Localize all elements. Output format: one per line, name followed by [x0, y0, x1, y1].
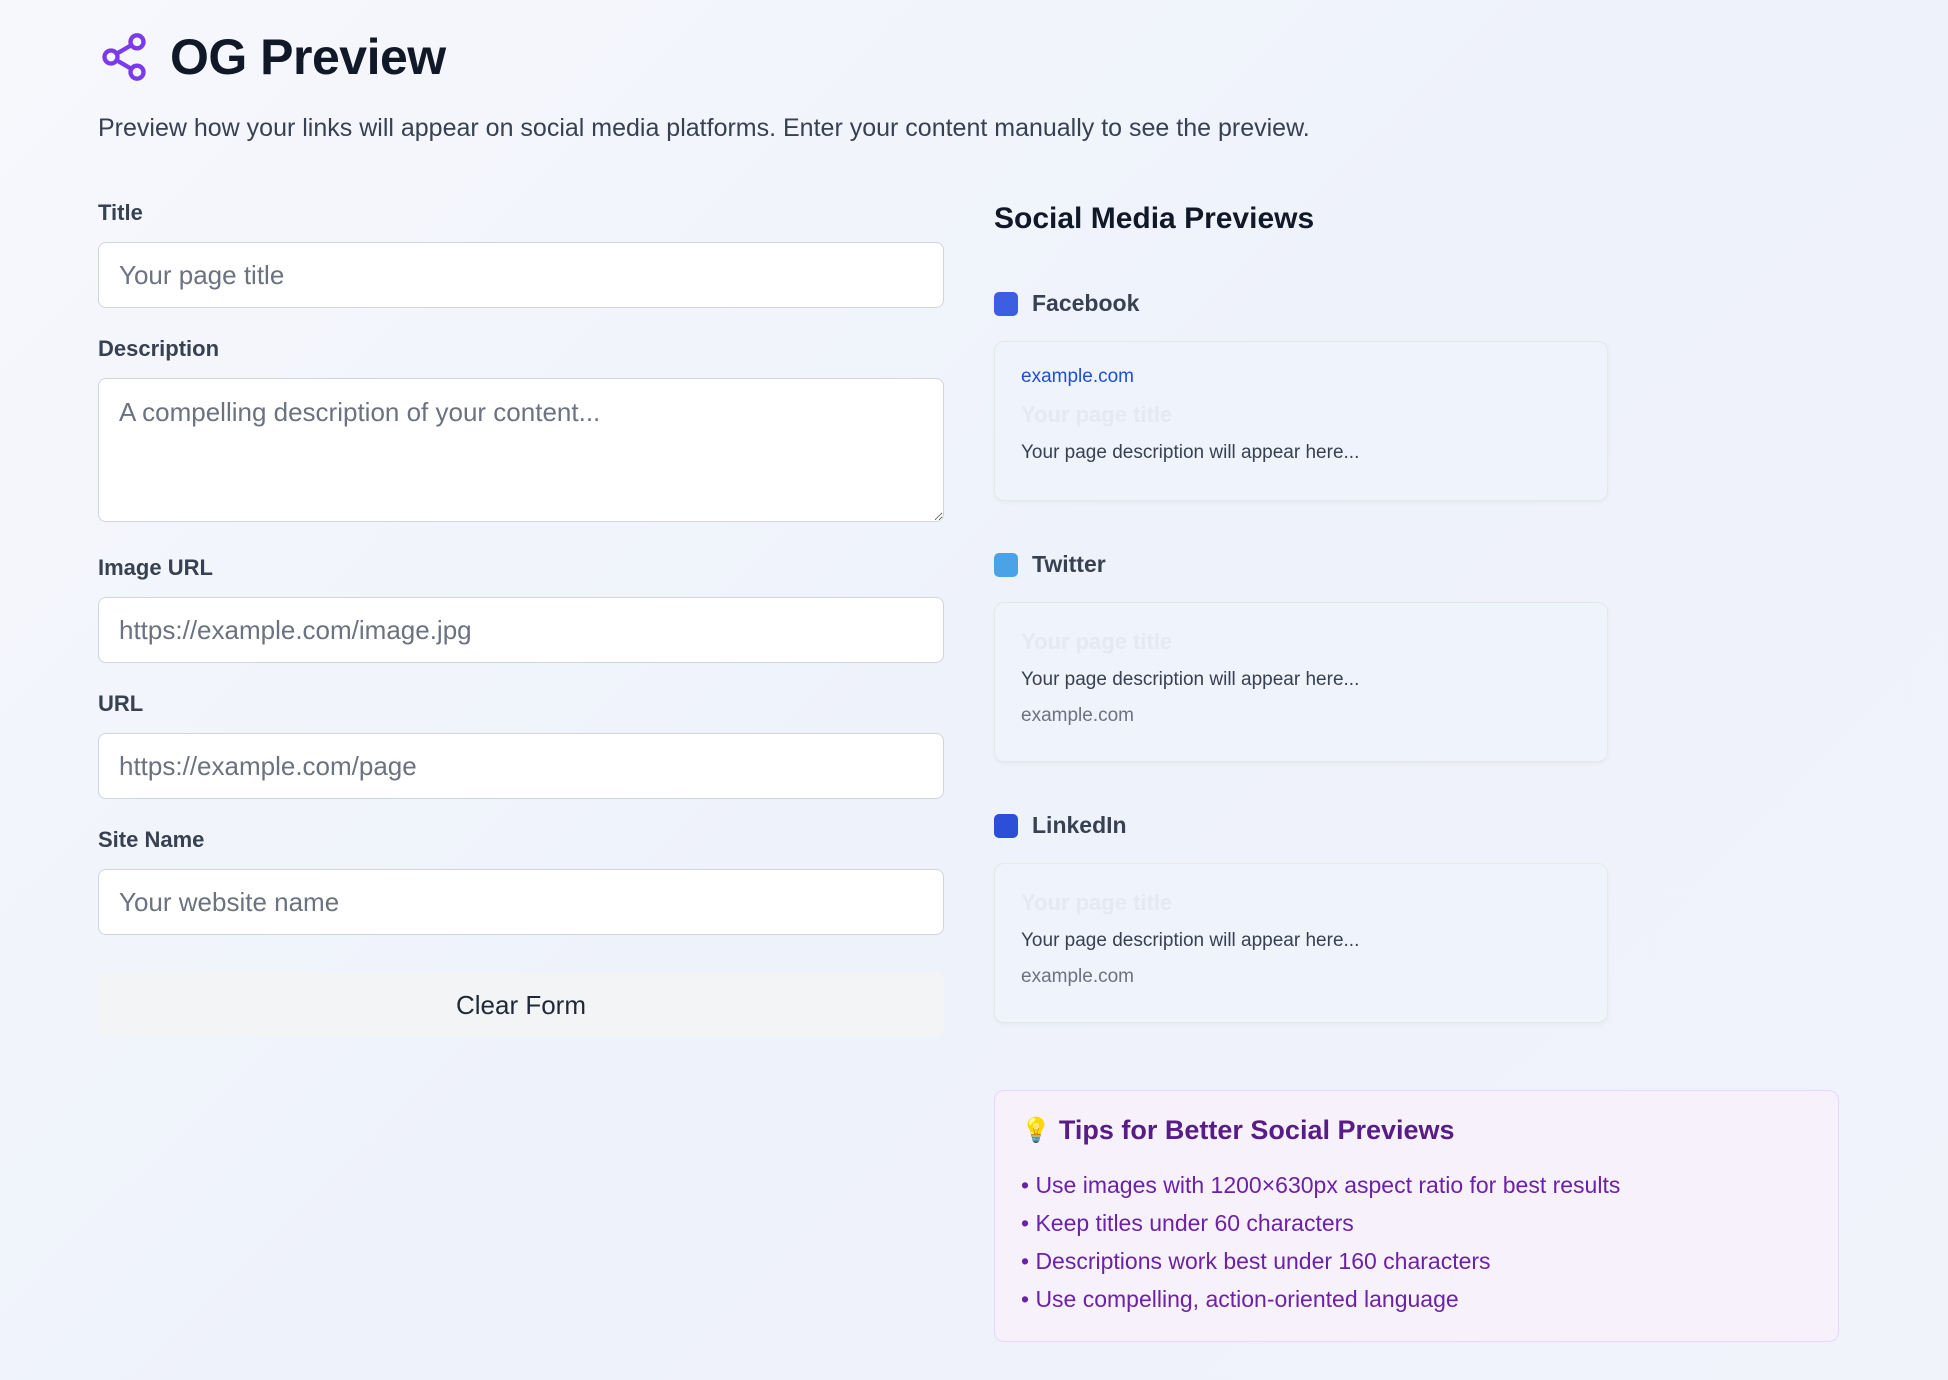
facebook-label: Facebook	[1032, 290, 1140, 316]
lightbulb-icon: 💡	[1021, 1117, 1051, 1144]
facebook-card-title: Your page title	[1021, 402, 1173, 427]
social-previews: Social Media Previews Facebook example.c…	[994, 202, 1844, 1073]
description-field-group: Description	[98, 336, 944, 527]
facebook-preview: Facebook example.com Your page title You…	[994, 290, 1844, 501]
image-url-label: Image URL	[98, 555, 213, 580]
og-preview-page: OG Preview Preview how your links will a…	[0, 0, 1948, 1380]
og-form: Title Description Image URL URL Site Nam…	[98, 200, 944, 1037]
tips-title: Tips for Better Social Previews	[1058, 1115, 1455, 1145]
twitter-card: Your page title Your page description wi…	[994, 602, 1608, 762]
facebook-header: Facebook	[994, 290, 1844, 317]
facebook-card: example.com Your page title Your page de…	[994, 341, 1608, 501]
tip-item: • Keep titles under 60 characters	[1021, 1210, 1354, 1236]
twitter-preview: Twitter Your page title Your page descri…	[994, 551, 1844, 762]
title-label: Title	[98, 200, 143, 225]
linkedin-card-title: Your page title	[1021, 890, 1173, 915]
linkedin-header: LinkedIn	[994, 812, 1844, 839]
tips-panel: 💡 Tips for Better Social Previews • Use …	[994, 1090, 1839, 1342]
site-name-label: Site Name	[98, 827, 205, 852]
site-name-input[interactable]	[98, 869, 944, 935]
page-title: OG Preview	[170, 29, 446, 85]
url-field-group: URL	[98, 691, 944, 799]
header: OG Preview	[98, 28, 446, 86]
tips-list: • Use images with 1200×630px aspect rati…	[1021, 1166, 1812, 1318]
twitter-label: Twitter	[1032, 551, 1106, 577]
image-url-field-group: Image URL	[98, 555, 944, 663]
previews-heading: Social Media Previews	[994, 202, 1315, 235]
twitter-card-title: Your page title	[1021, 629, 1173, 654]
share-icon	[98, 31, 150, 83]
twitter-card-description: Your page description will appear here..…	[1021, 669, 1360, 690]
page-subtitle: Preview how your links will appear on so…	[98, 114, 1310, 142]
linkedin-label: LinkedIn	[1032, 812, 1127, 838]
facebook-card-description: Your page description will appear here..…	[1021, 442, 1360, 463]
tip-item: • Descriptions work best under 160 chara…	[1021, 1248, 1491, 1274]
twitter-header: Twitter	[994, 551, 1844, 578]
url-input[interactable]	[98, 733, 944, 799]
clear-form-button[interactable]: Clear Form	[98, 973, 944, 1037]
linkedin-card-description: Your page description will appear here..…	[1021, 930, 1360, 951]
linkedin-card-domain: example.com	[1021, 966, 1134, 987]
facebook-swatch-icon	[994, 291, 1018, 316]
description-textarea[interactable]	[98, 378, 944, 522]
twitter-swatch-icon	[994, 552, 1018, 577]
url-label: URL	[98, 691, 144, 716]
tip-item: • Use images with 1200×630px aspect rati…	[1021, 1172, 1621, 1198]
title-field-group: Title	[98, 200, 944, 308]
facebook-card-domain: example.com	[1021, 366, 1134, 387]
description-label: Description	[98, 336, 220, 361]
tip-item: • Use compelling, action-oriented langua…	[1021, 1286, 1459, 1312]
twitter-card-domain: example.com	[1021, 705, 1134, 726]
linkedin-preview: LinkedIn Your page title Your page descr…	[994, 812, 1844, 1023]
linkedin-swatch-icon	[994, 813, 1018, 838]
tips-header: 💡 Tips for Better Social Previews	[1021, 1115, 1812, 1146]
title-input[interactable]	[98, 242, 944, 308]
linkedin-card: Your page title Your page description wi…	[994, 863, 1608, 1023]
image-url-input[interactable]	[98, 597, 944, 663]
site-name-field-group: Site Name	[98, 827, 944, 935]
